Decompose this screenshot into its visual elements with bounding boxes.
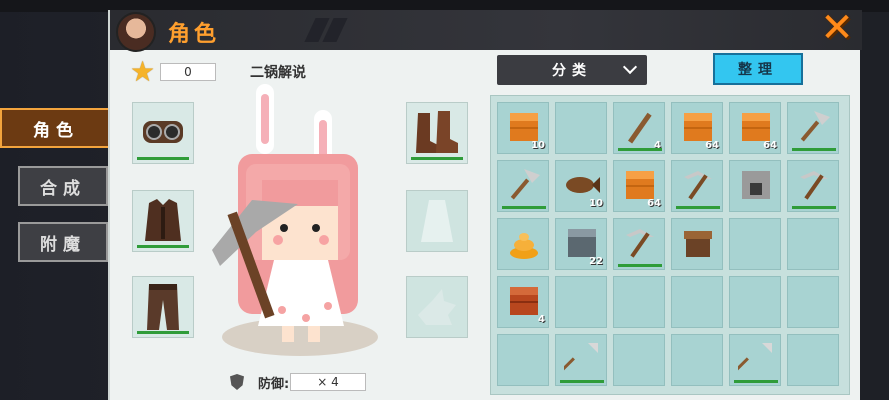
panel-header: 角色 ✕	[110, 5, 862, 52]
inventory-slot[interactable]: 10	[497, 102, 549, 154]
inventory-slot[interactable]	[555, 334, 607, 386]
item-count: 10	[589, 198, 603, 209]
durability-bar	[734, 380, 778, 383]
durability-bar	[618, 264, 662, 267]
inventory-slot[interactable]	[497, 334, 549, 386]
leather-vest-icon	[145, 199, 181, 241]
goggles-icon	[143, 121, 183, 143]
star-count: 0	[160, 63, 216, 81]
inventory-slot[interactable]: 10	[555, 160, 607, 212]
item-count: 64	[705, 140, 719, 151]
item-count: 64	[647, 198, 661, 209]
equip-slot-pet[interactable]	[406, 276, 468, 338]
inventory-slot[interactable]	[613, 334, 665, 386]
shield-icon	[230, 374, 244, 390]
leather-pants-icon	[147, 284, 179, 330]
inventory-slot[interactable]	[787, 218, 839, 270]
inventory-grid: 10 4 64 64 10 64 22 4	[490, 95, 850, 395]
star-icon: ★	[130, 55, 156, 88]
inventory-slot[interactable]	[555, 276, 607, 328]
inventory-slot[interactable]	[729, 160, 781, 212]
sort-button[interactable]: 整理	[713, 53, 803, 85]
page-title: 角色	[168, 22, 221, 47]
character-preview	[202, 80, 402, 356]
durability-bar	[676, 206, 720, 209]
durability-bar	[137, 331, 189, 334]
durability-bar	[137, 157, 189, 160]
item-count: 22	[589, 256, 603, 267]
tab-character[interactable]: 角色	[0, 108, 112, 148]
inventory-slot[interactable]: 64	[613, 160, 665, 212]
item-count: 64	[763, 140, 777, 151]
tab-enchant[interactable]: 附魔	[18, 222, 108, 262]
close-button[interactable]: ✕	[816, 5, 858, 51]
inventory-slot[interactable]	[671, 218, 723, 270]
equip-slot-cape[interactable]	[406, 190, 468, 252]
inventory-slot[interactable]	[613, 218, 665, 270]
inventory-slot[interactable]: 4	[613, 102, 665, 154]
avatar	[116, 12, 156, 52]
durability-bar	[792, 206, 836, 209]
category-dropdown[interactable]: 分类	[497, 55, 647, 85]
durability-bar	[618, 148, 662, 151]
inventory-slot[interactable]: 64	[729, 102, 781, 154]
tab-crafting[interactable]: 合成	[18, 166, 108, 206]
inventory-slot[interactable]	[787, 276, 839, 328]
inventory-slot[interactable]	[787, 160, 839, 212]
inventory-slot[interactable]	[671, 334, 723, 386]
inventory-slot[interactable]	[729, 218, 781, 270]
inventory-slot[interactable]	[497, 160, 549, 212]
equip-slot-body[interactable]	[132, 190, 194, 252]
durability-bar	[502, 206, 546, 209]
inventory-slot[interactable]	[729, 276, 781, 328]
inventory-slot[interactable]	[787, 334, 839, 386]
character-panel: 角色 ✕ ★ 0 二锅解说 防御: × 4 分类 整理 10 4 64 64 1…	[108, 5, 862, 400]
defense-value: × 4	[290, 373, 366, 391]
character-name: 二锅解说	[250, 65, 306, 81]
durability-bar	[411, 157, 463, 160]
durability-bar	[560, 380, 604, 383]
inventory-slot[interactable]	[671, 276, 723, 328]
durability-bar	[792, 148, 836, 151]
inventory-slot[interactable]	[671, 160, 723, 212]
equip-slot-feet[interactable]	[406, 102, 468, 164]
equip-slot-head[interactable]	[132, 102, 194, 164]
equip-slot-legs[interactable]	[132, 276, 194, 338]
dropdown-label: 分类	[552, 63, 592, 79]
item-count: 4	[538, 314, 545, 325]
inventory-slot[interactable]	[787, 102, 839, 154]
cape-placeholder-icon	[421, 200, 453, 242]
chevron-down-icon	[622, 59, 638, 75]
close-icon: ✕	[820, 5, 854, 51]
inventory-slot[interactable]: 22	[555, 218, 607, 270]
item-count: 10	[531, 140, 545, 151]
inventory-slot[interactable]	[497, 218, 549, 270]
durability-bar	[137, 245, 189, 248]
inventory-slot[interactable]: 64	[671, 102, 723, 154]
defense-label: 防御:	[258, 377, 290, 392]
leather-boots-icon	[416, 111, 458, 153]
inventory-slot[interactable]	[555, 102, 607, 154]
inventory-slot[interactable]	[729, 334, 781, 386]
character-model	[212, 84, 358, 342]
pet-placeholder-icon	[418, 289, 456, 325]
inventory-slot[interactable]: 4	[497, 276, 549, 328]
inventory-slot[interactable]	[613, 276, 665, 328]
